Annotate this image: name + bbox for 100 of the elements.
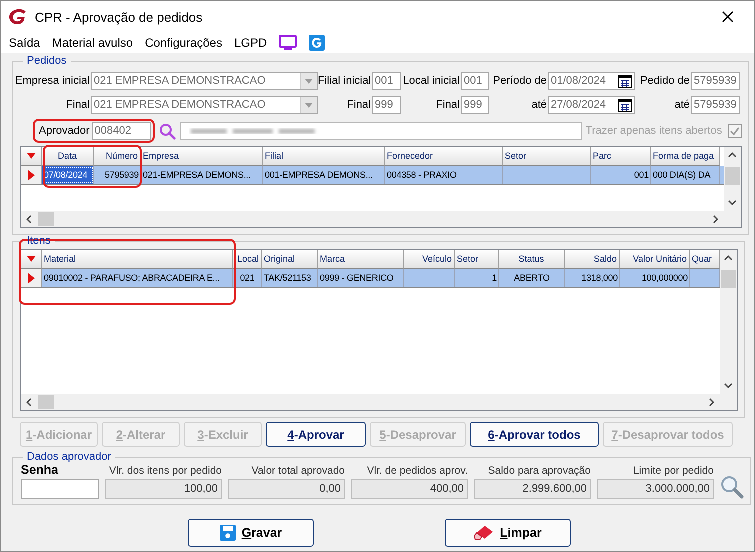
horizontal-scrollbar[interactable]: [21, 394, 720, 410]
column-header[interactable]: Valor Unitário: [620, 250, 690, 269]
table-cell: 5795939: [94, 166, 141, 184]
scrollbar-thumb[interactable]: [725, 167, 740, 185]
app-logo-icon: [9, 9, 27, 25]
column-header[interactable]: Material: [42, 250, 233, 269]
menu-item[interactable]: LGPD: [234, 36, 268, 50]
table-cell: 1: [455, 269, 499, 287]
table-cell: 07/08/2024: [42, 166, 94, 184]
column-header[interactable]: Filial: [263, 147, 385, 166]
password-field[interactable]: [21, 479, 99, 499]
column-header[interactable]: Forma de paga: [651, 147, 720, 166]
table-cell: 1318,000: [565, 269, 620, 287]
column-header[interactable]: Quar: [690, 250, 720, 269]
horizontal-scrollbar[interactable]: [21, 211, 724, 227]
table-cell: 100,000000: [620, 269, 690, 287]
field-label: Valor total aprovado: [250, 465, 345, 477]
scroll-down-icon[interactable]: [728, 198, 738, 207]
table-cell: 000 DIA(S) DA: [651, 166, 720, 184]
company-dropdown[interactable]: 021 EMPRESA DEMONSTRACAO: [91, 96, 318, 114]
clear-button[interactable]: Limpar: [445, 519, 571, 547]
field-label: até: [674, 99, 691, 111]
save-button[interactable]: Gravar: [188, 519, 314, 547]
menu-item[interactable]: Material avulso: [52, 36, 134, 50]
column-header[interactable]: Status: [499, 250, 565, 269]
eraser-icon: [474, 525, 494, 541]
grid-row[interactable]: 09010002 - PARAFUSO; ABRACADEIRA E... 021 TAK/521153 0999 - GENERICO 1 ABERTO 1318,000 100,000000: [21, 269, 720, 288]
action-button[interactable]: 6-Aprovar todos: [470, 422, 599, 447]
table-cell: 001-EMPRESA DEMONS...: [263, 166, 385, 184]
scrollbar-thumb[interactable]: [721, 270, 736, 288]
input-field[interactable]: 001: [372, 72, 401, 90]
input-field[interactable]: 001: [461, 72, 489, 90]
scroll-right-icon[interactable]: [707, 398, 716, 406]
table-cell: 0999 - GENERICO: [318, 269, 404, 287]
column-header[interactable]: Fornecedor: [385, 147, 503, 166]
scroll-right-icon[interactable]: [711, 214, 720, 224]
column-header[interactable]: Saldo: [565, 250, 620, 269]
calendar-icon[interactable]: [618, 98, 632, 112]
date-field[interactable]: 27/08/2024: [548, 96, 635, 114]
table-cell: TAK/521153: [262, 269, 318, 287]
column-header[interactable]: Empresa: [141, 147, 263, 166]
field-label: Senha: [21, 463, 60, 477]
search-icon[interactable]: [720, 475, 744, 499]
scroll-down-icon[interactable]: [724, 381, 733, 390]
group-title: Dados aprovador: [26, 451, 112, 463]
company-dropdown[interactable]: 021 EMPRESA DEMONSTRACAO: [91, 72, 318, 90]
grid-row[interactable]: 07/08/2024 5795939 021-EMPRESA DEMONS... 001-EMPRESA DEMONS... 004358 - PRAXIO 001 000 DIA(S) DA: [21, 166, 724, 185]
checkbox-label: Trazer apenas itens abertos: [586, 125, 722, 137]
column-header[interactable]: Parc: [591, 147, 651, 166]
action-button[interactable]: 4-Aprovar: [266, 422, 366, 447]
value-field: 3.000.000,00: [597, 479, 714, 499]
field-label: Final: [65, 99, 91, 111]
row-pointer-icon: [28, 170, 34, 180]
column-header[interactable]: Número: [94, 147, 141, 166]
menu-item[interactable]: Saída: [9, 36, 40, 50]
field-label: Pedido de: [639, 75, 691, 87]
input-field[interactable]: 999: [461, 96, 489, 114]
column-header[interactable]: Local: [233, 250, 262, 269]
field-label: Período de: [492, 75, 548, 87]
scroll-left-icon[interactable]: [25, 398, 34, 406]
dropdown-arrow-icon: [305, 78, 313, 84]
scroll-up-icon[interactable]: [724, 254, 733, 263]
input-field[interactable]: 5795939: [691, 96, 740, 114]
column-header[interactable]: Original: [262, 250, 318, 269]
close-icon[interactable]: [720, 9, 736, 25]
scrollbar-thumb[interactable]: [38, 395, 54, 409]
column-header[interactable]: Setor: [455, 250, 499, 269]
table-cell: 021-EMPRESA DEMONS...: [141, 166, 263, 184]
field-label: Final: [435, 99, 461, 111]
monitor-icon[interactable]: [279, 35, 298, 51]
name-field[interactable]: [180, 122, 582, 140]
column-header[interactable]: Setor: [503, 147, 591, 166]
field-label: Empresa inicial: [15, 75, 91, 87]
date-field[interactable]: 01/08/2024: [548, 72, 635, 90]
column-header[interactable]: Marca: [318, 250, 404, 269]
table-cell: 001: [591, 166, 651, 184]
value-field: 0,00: [228, 479, 345, 499]
data-grid[interactable]: Data Número Empresa Filial Fornecedor Setor Parc Forma de paga 07/08/2024 5795939 021-EMPRESA DEMONS... 001-EMPRESA DEMONS... 004358 - PRAXIO 001 000 DIA(S) DA: [20, 146, 742, 228]
column-header[interactable]: Data: [42, 147, 94, 166]
table-cell: 004358 - PRAXIO: [385, 166, 503, 184]
field-label: Saldo para aprovação: [487, 465, 591, 477]
field-label: Aprovador: [39, 125, 90, 137]
dropdown-arrow-icon: [305, 102, 313, 108]
field-label: Filial inicial: [318, 75, 372, 87]
input-field[interactable]: 5795939: [691, 72, 740, 90]
app-logo-icon[interactable]: [309, 35, 326, 51]
column-header[interactable]: Veículo: [404, 250, 455, 269]
data-grid[interactable]: Material Local Original Marca Veículo Setor Status Saldo Valor Unitário Quar 09010002 - PARAFUSO; ABRACADEIRA E... 021 TAK/521153 0999 - GENERICO 1 ABERTO 1318,000 100,000000: [20, 249, 738, 411]
group-title: Pedidos: [26, 55, 68, 67]
calendar-icon[interactable]: [618, 74, 632, 88]
scroll-up-icon[interactable]: [728, 151, 738, 160]
field-label: Final: [346, 99, 372, 111]
scroll-left-icon[interactable]: [25, 214, 34, 224]
input-field[interactable]: 999: [372, 96, 401, 114]
value-field: 100,00: [105, 479, 222, 499]
field-label: Vlr. de pedidos aprov.: [366, 465, 468, 477]
menu-item[interactable]: Configurações: [145, 36, 222, 50]
search-icon[interactable]: [158, 122, 176, 140]
scrollbar-thumb[interactable]: [38, 212, 54, 226]
input-field[interactable]: 008402: [92, 122, 151, 140]
